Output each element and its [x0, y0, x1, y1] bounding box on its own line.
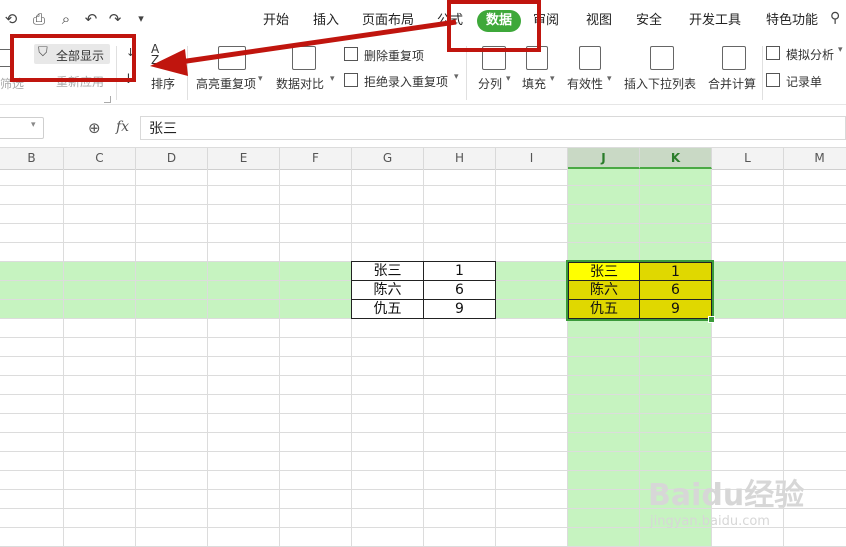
- watermark: Baidu经验 jingyan.baidu.com: [648, 456, 838, 536]
- watermark-brand: Baidu经验: [648, 478, 805, 513]
- watermark-url: jingyan.baidu.com: [650, 514, 770, 529]
